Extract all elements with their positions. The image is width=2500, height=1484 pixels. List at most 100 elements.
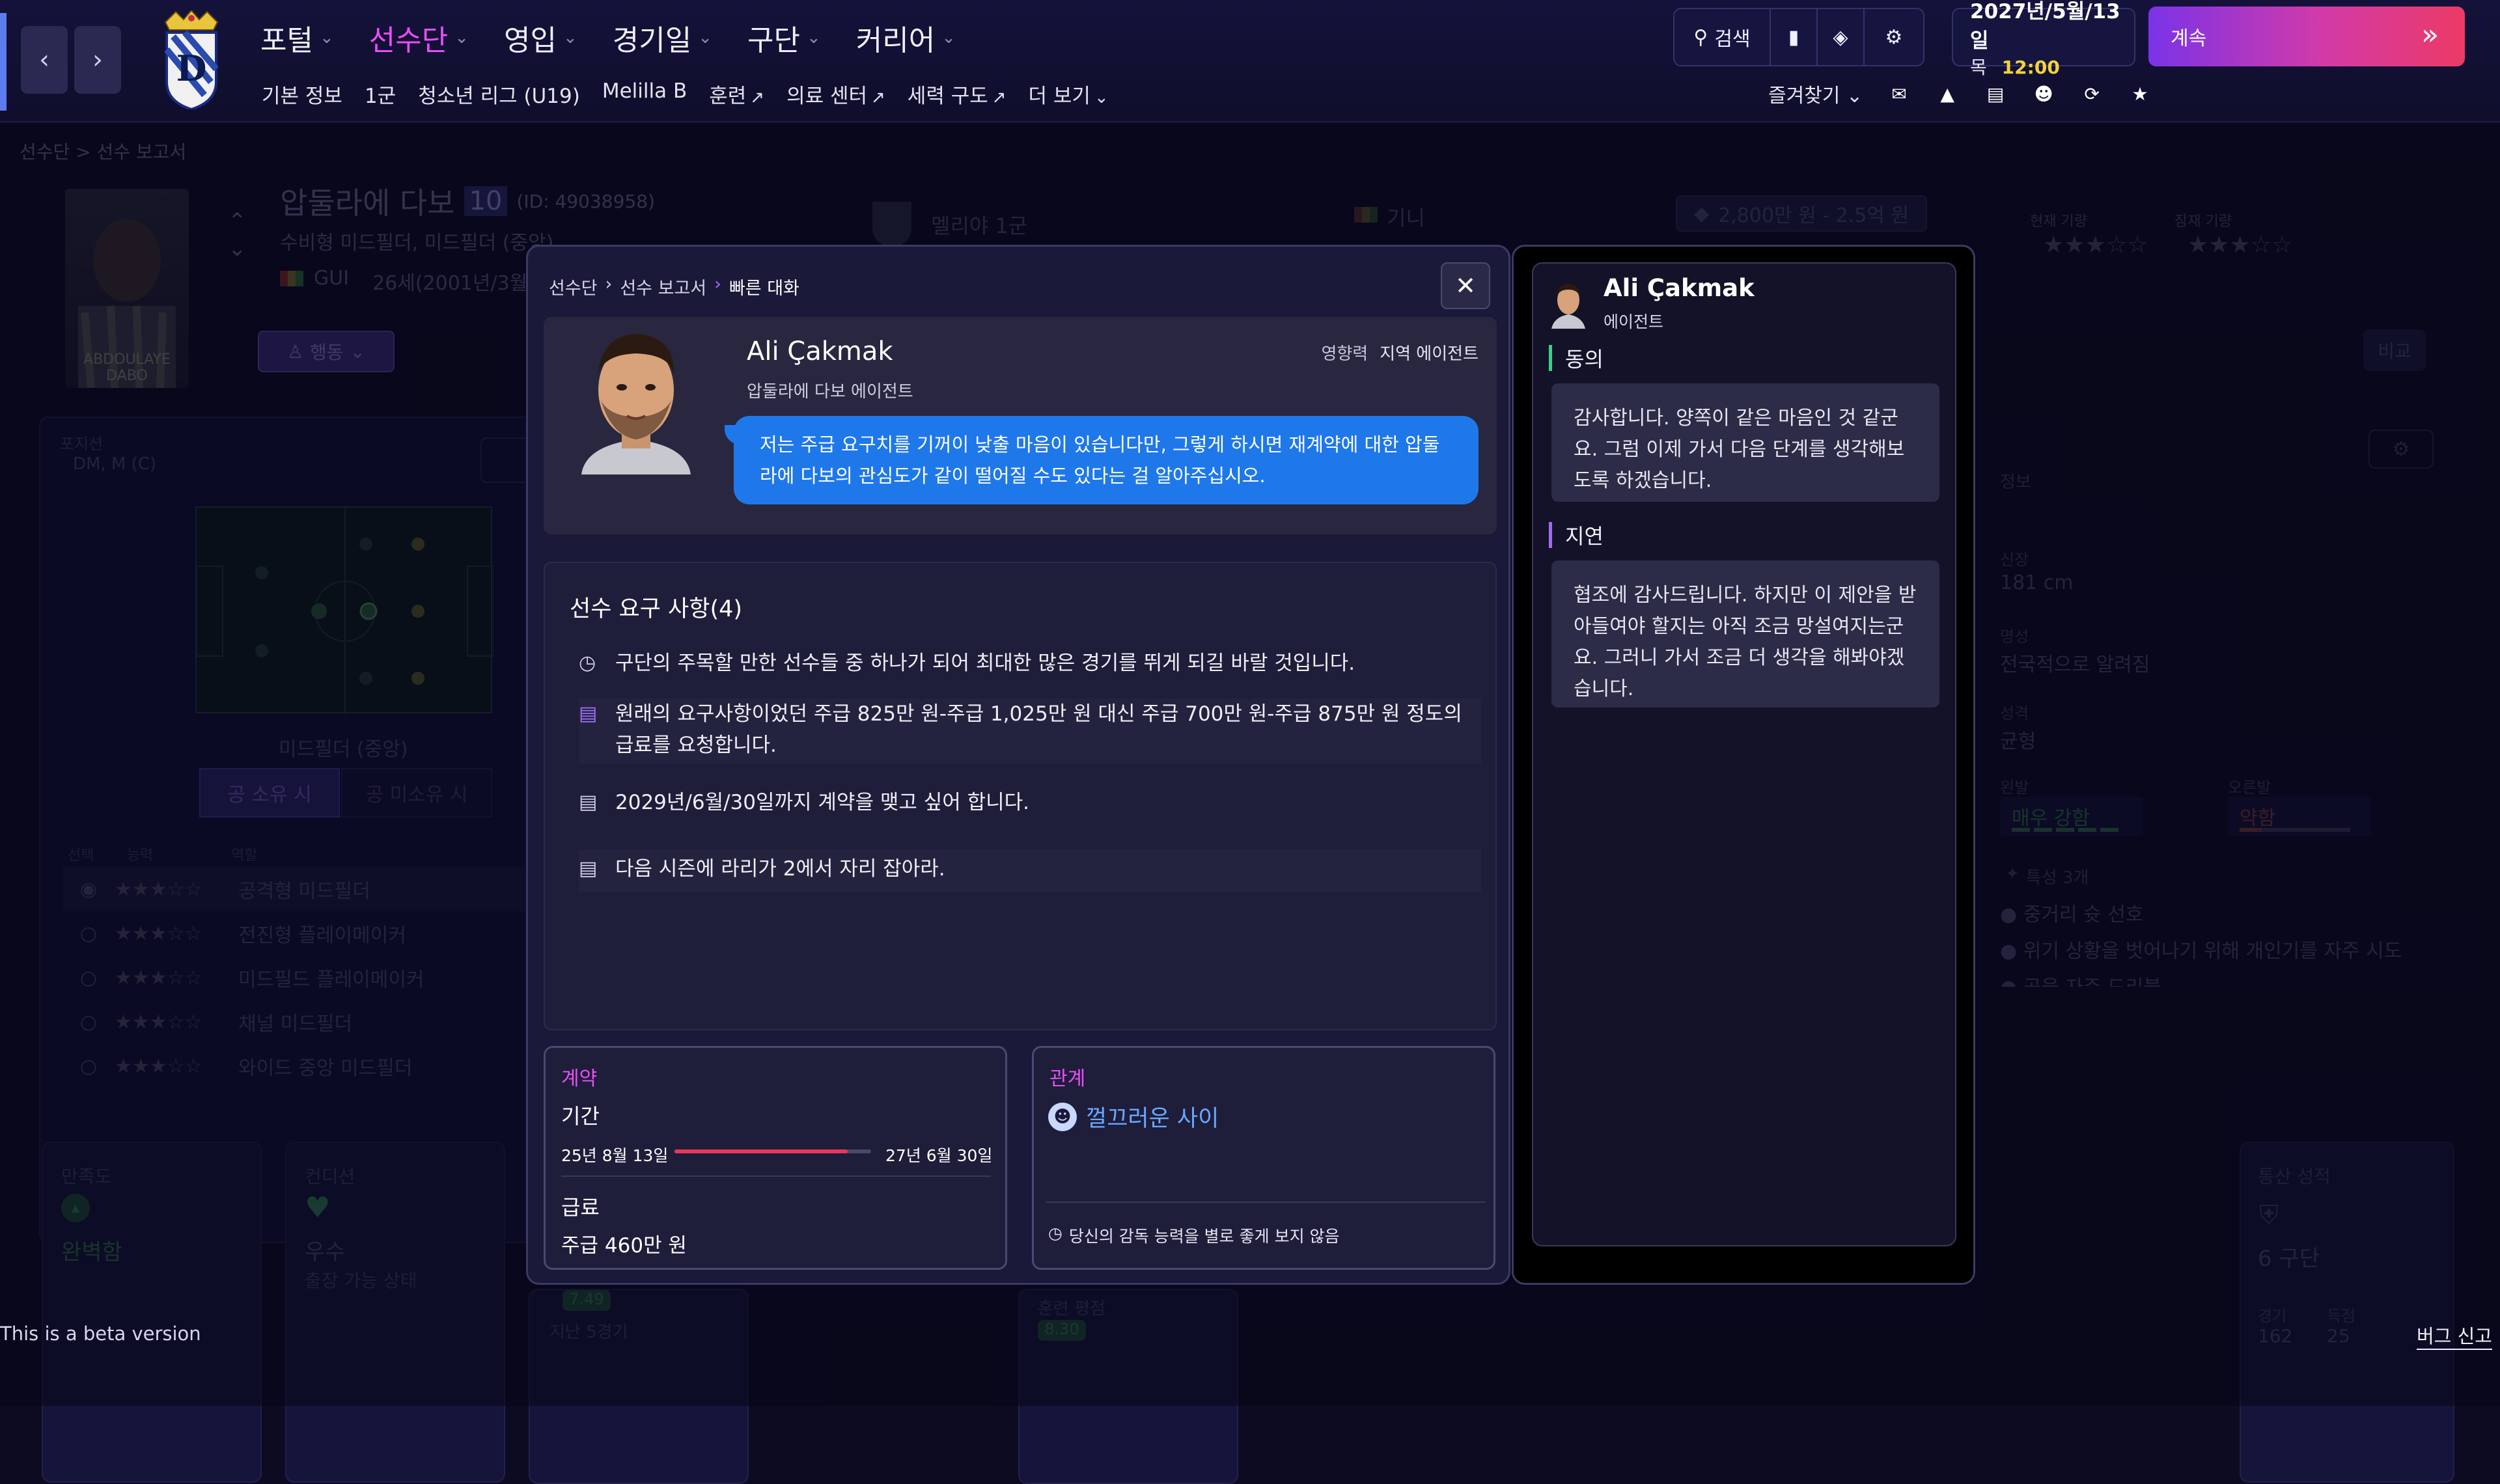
nav-career-label: 커리어 — [855, 24, 936, 57]
external-link-icon: ↗ — [992, 88, 1007, 107]
breadcrumb-report[interactable]: 선수 보고서 — [620, 274, 706, 299]
bug-report-label: 버그 신고 — [2417, 1325, 2492, 1347]
condition-card: 컨디션 ♥ 우수 출장 가능 상태 — [285, 1142, 505, 1483]
weekday-text: 목 — [1970, 57, 1987, 78]
subnav-basic-info[interactable]: 기본 정보 — [262, 79, 342, 109]
potential-ability-label: 잠재 기량 — [2174, 213, 2232, 230]
next-player-icon[interactable]: ⌄ — [228, 236, 247, 262]
external-link-icon: ↗ — [871, 88, 885, 107]
position-label: 포지션 — [60, 435, 104, 453]
refresh-icon[interactable]: ⟳ — [2080, 82, 2104, 105]
favorites-dropdown[interactable]: 즐겨찾기 ⌄ — [1768, 79, 1863, 108]
bug-report-link[interactable]: 버그 신고 — [2417, 1321, 2492, 1350]
bookmark-icon: ▮ — [1788, 25, 1799, 49]
search-icon: ⚲ — [1693, 25, 1708, 49]
info-tool-button[interactable]: ⚙ — [2368, 430, 2434, 469]
nav-career[interactable]: 커리어 ⌄ — [856, 17, 956, 59]
compare-button[interactable]: 비교 — [2363, 329, 2426, 371]
last5-label: 지난 5경기 — [549, 1323, 628, 1342]
nav-squad[interactable]: 선수단 ⌄ — [369, 17, 469, 59]
globe-button[interactable]: ◈ — [1818, 9, 1865, 65]
role-stars: ★★★☆☆ — [115, 877, 202, 901]
career-card: 통산 성적 ⛨ 6 구단 경기 162 득점 25 — [2240, 1142, 2454, 1483]
radio-icon: ○ — [79, 1010, 98, 1034]
close-button[interactable]: ✕ — [1441, 262, 1490, 309]
time-text: 12:00 — [2001, 57, 2060, 78]
chevron-right-icon: › — [605, 274, 613, 294]
delay-text: 협조에 감사드립니다. 하지만 이 제안을 받아들여야 할지는 아직 조금 망설… — [1574, 584, 1917, 700]
date-box[interactable]: 2027년/5월/13일 목 12:00 — [1952, 0, 2135, 78]
breadcrumb-quick-talk: 빠른 대화 — [729, 279, 799, 299]
settings-button[interactable]: ⚙ — [1865, 9, 1923, 65]
nav-recruit[interactable]: 영입 ⌄ — [504, 17, 577, 59]
shirt-icon[interactable]: ▲ — [1936, 82, 1959, 105]
role-stars: ★★★☆☆ — [115, 966, 202, 989]
subnav-youth-league[interactable]: 청소년 리그 (U19) — [418, 79, 580, 109]
pitch — [195, 506, 494, 715]
action-label: 행동 — [310, 342, 344, 363]
contract-icon: ▤ — [579, 857, 598, 880]
action-button[interactable]: ♙ 행동 ⌄ — [258, 331, 395, 372]
agree-accent-bar — [1549, 345, 1552, 371]
role-row[interactable]: ○ ★★★☆☆ 미드필드 플레이메이커 — [62, 955, 531, 1000]
radio-selected-icon: ◉ — [79, 877, 98, 901]
chat-icon[interactable]: ✉ — [1887, 82, 1911, 105]
continue-button[interactable]: 계속 » — [2148, 7, 2465, 66]
contract-icon[interactable]: ▤ — [1984, 82, 2007, 105]
panel-tool-button[interactable] — [480, 437, 533, 483]
nav-club[interactable]: 구단 ⌄ — [747, 17, 821, 59]
breadcrumb-squad[interactable]: 선수단 — [549, 274, 598, 299]
subnav-medical[interactable]: 의료 센터 ↗ — [786, 79, 885, 109]
possession-off-tab[interactable]: 공 미소유 시 — [341, 768, 492, 818]
role-row[interactable]: ○ ★★★☆☆ 와이드 중앙 미드필더 — [62, 1044, 531, 1088]
subnav-first-team[interactable]: 1군 — [365, 79, 396, 109]
requirements-panel: 선수 요구 사항(4) ◷ 구단의 주목할 만한 선수들 중 하나가 되어 최대… — [544, 562, 1497, 1030]
agent-avatar — [1549, 277, 1588, 329]
bookmark-button[interactable]: ▮ — [1771, 9, 1818, 65]
info-panel: ⚙ 정보 신장 181 cm 명성 전국적으로 알려짐 성격 균형 왼발 매우 … — [1966, 410, 2461, 1126]
club-crest[interactable]: D — [159, 9, 224, 111]
role-stars: ★★★☆☆ — [115, 1054, 202, 1078]
subnav-training[interactable]: 훈련 ↗ — [709, 79, 764, 109]
nav-schedule[interactable]: 경기일 ⌄ — [613, 17, 712, 59]
condition-sub: 출장 가능 상태 — [305, 1270, 417, 1291]
trait-label: 공을 자주 드리블 — [2023, 976, 2161, 987]
option-delay-label: 지연 — [1549, 520, 1604, 550]
option-agree-button[interactable]: 감사합니다. 양쪽이 같은 마음인 것 같군요. 그럼 이제 가서 다음 단계를… — [1551, 383, 1939, 502]
subnav-melilla-b[interactable]: Melilla B — [602, 79, 687, 109]
speech-bubble: 저는 주급 요구치를 기꺼이 낮출 마음이 있습니다만, 그렇게 하시면 재계약… — [725, 416, 1479, 504]
agent-panel-inner: Ali Çakmak 에이전트 동의 감사합니다. 양쪽이 같은 마음인 것 같… — [1532, 262, 1956, 1246]
option-delay-button[interactable]: 협조에 감사드립니다. 하지만 이 제안을 받아들여야 할지는 아직 조금 망설… — [1551, 560, 1939, 708]
subnav-more[interactable]: 더 보기 ⌄ — [1029, 79, 1109, 109]
morale-icon: ▲ — [61, 1194, 90, 1222]
guinea-flag-icon — [280, 271, 303, 286]
chevron-down-icon: ⌄ — [698, 28, 713, 48]
trait-label: 중거리 슛 선호 — [2023, 903, 2144, 926]
condition-label: 컨디션 — [305, 1166, 355, 1187]
page-breadcrumb: 선수단 > 선수 보고서 — [20, 141, 187, 163]
contract-progress-track — [674, 1149, 871, 1153]
requirements-title: 선수 요구 사항(4) — [570, 596, 743, 622]
prev-player-icon[interactable]: ⌃ — [228, 208, 247, 234]
agent-response-panel: Ali Çakmak 에이전트 동의 감사합니다. 양쪽이 같은 마음인 것 같… — [1512, 245, 1975, 1285]
role-row[interactable]: ◉ ★★★☆☆ 공격형 미드필더 — [62, 867, 531, 911]
subnav-dynamics[interactable]: 세력 구도 ↗ — [908, 79, 1007, 109]
speech-text: 저는 주급 요구치를 기꺼이 낮출 마음이 있습니다만, 그렇게 하시면 재계약… — [760, 433, 1440, 487]
nav-portal[interactable]: 포털 ⌄ — [260, 17, 334, 59]
heart-icon: ♥ — [305, 1191, 331, 1224]
value-badge: ◆ 2,800만 원 - 2.5억 원 — [1676, 195, 1928, 232]
back-button[interactable]: ‹ — [21, 26, 68, 94]
possession-on-tab[interactable]: 공 소유 시 — [199, 768, 340, 818]
position-panel: 포지션 DM, M (C) 미드필더 (중앙) 공 소유 시 공 미소유 시 선… — [39, 417, 534, 1243]
role-row[interactable]: ○ ★★★☆☆ 채널 미드필더 — [62, 1000, 531, 1044]
agent-panel-role: 에이전트 — [1604, 312, 1664, 331]
search-button[interactable]: ⚲ 검색 — [1674, 9, 1771, 65]
current-ability-stars: ★★★☆☆ — [2043, 232, 2148, 258]
trophy-icon[interactable]: ★ — [2128, 82, 2152, 105]
left-foot-value: 매우 강함 — [2012, 807, 2090, 830]
staff-icon[interactable]: ☻ — [2032, 82, 2055, 105]
quick-talk-modal: 선수단 › 선수 보고서 › 빠른 대화 ✕ Ali Çakmak 압둘라에 다… — [526, 245, 1510, 1285]
forward-button[interactable]: › — [74, 26, 121, 94]
role-row[interactable]: ○ ★★★☆☆ 전진형 플레이메이커 — [62, 911, 531, 955]
requirement-text: 다음 시즌에 라리가 2에서 자리 잡아라. — [615, 857, 945, 881]
